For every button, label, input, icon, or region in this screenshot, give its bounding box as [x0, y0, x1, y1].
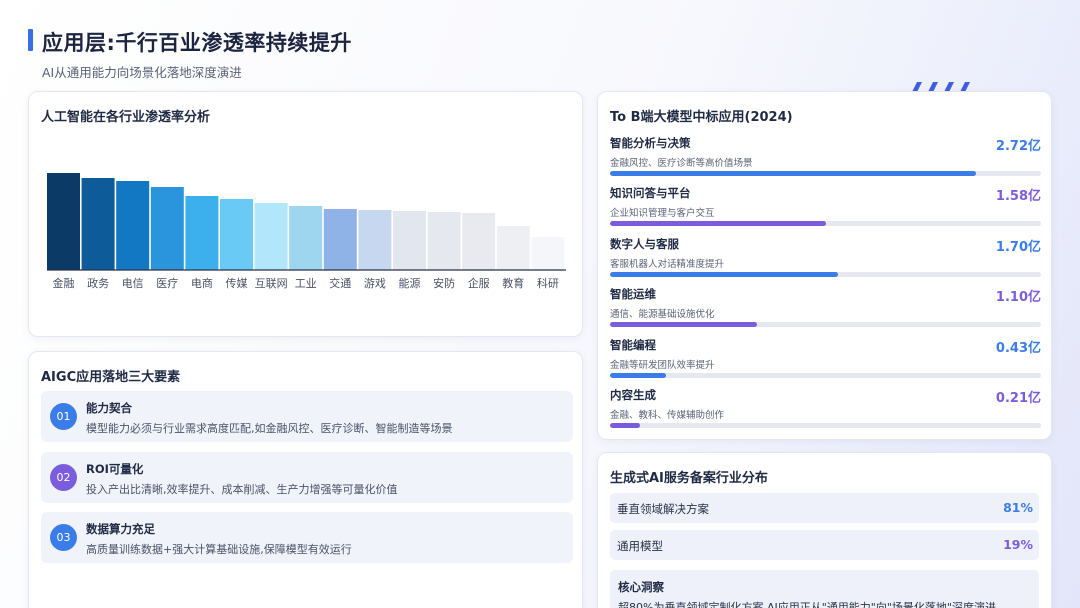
app-progress-fill: [610, 373, 667, 378]
x-tick-label: 电信: [122, 277, 144, 290]
x-tick-label: 能源: [399, 276, 421, 290]
app-name: 智能分析与决策: [610, 136, 691, 150]
filing-title: 生成式AI服务备案行业分布: [610, 471, 768, 486]
app-item: 数字人与客服 1.70亿 客服机器人对话精准度提升: [610, 236, 1041, 286]
filing-distribution-card: 生成式AI服务备案行业分布 垂直领域解决方案 81% 通用模型 19% 核心洞察…: [597, 452, 1052, 608]
bar-游戏: [358, 210, 392, 270]
app-progress-track: [610, 373, 1041, 378]
tob-applications-card: To B端大模型中标应用(2024) 智能分析与决策 2.72亿 金融风控、医疗…: [597, 91, 1052, 440]
app-value: 1.58亿: [995, 189, 1041, 204]
x-tick-label: 游戏: [364, 277, 386, 290]
x-tick-label: 电商: [191, 276, 213, 290]
bar-科研: [531, 237, 565, 270]
factor-number-badge: 01: [50, 403, 77, 430]
bar-安防: [427, 212, 461, 270]
x-tick-label: 工业: [295, 277, 317, 290]
app-name: 知识问答与平台: [610, 186, 691, 200]
filing-percent: 19%: [1003, 537, 1033, 552]
bar-企服: [462, 213, 496, 270]
app-value: 0.43亿: [995, 341, 1041, 356]
app-value: 1.10亿: [995, 290, 1041, 305]
app-progress-track: [610, 272, 1041, 277]
x-tick-label: 互联网: [255, 277, 288, 290]
app-value: 0.21亿: [995, 391, 1041, 406]
title-accent-bar: [28, 29, 33, 51]
factor-title: 能力契合: [86, 401, 132, 415]
app-progress-track: [610, 221, 1041, 226]
app-progress-fill: [610, 272, 839, 277]
x-tick-label: 交通: [329, 276, 351, 290]
app-item: 智能分析与决策 2.72亿 金融风控、医疗诊断等高价值场景: [610, 135, 1041, 185]
penetration-chart-card: 人工智能在各行业渗透率分析 金融 政务 电信 医疗 电商 传媒 互联网 工业 交通 游戏 能源 安防企…: [28, 91, 583, 337]
app-progress-fill: [610, 322, 757, 327]
x-tick-label: 教育: [502, 276, 524, 290]
app-progress-track: [610, 423, 1041, 428]
app-desc: 通信、能源基础设施优化: [610, 309, 715, 320]
app-desc: 金融风控、医疗诊断等高价值场景: [610, 158, 753, 169]
bar-金融: [47, 173, 80, 270]
app-item: 内容生成 0.21亿 金融、教科、传媒辅助创作: [610, 387, 1041, 437]
insight-title: 核心洞察: [618, 580, 664, 594]
app-value: 1.70亿: [995, 240, 1041, 255]
filing-row: 垂直领域解决方案 81%: [610, 493, 1039, 523]
tob-title: To B端大模型中标应用(2024): [610, 110, 793, 125]
bar-电信: [116, 181, 150, 270]
page-subtitle: AI从通用能力向场景化落地深度演进: [42, 65, 242, 80]
filing-row: 通用模型 19%: [610, 530, 1039, 560]
app-desc: 金融等研发团队效率提升: [610, 360, 715, 371]
app-value: 2.72亿: [995, 139, 1041, 154]
core-insight-box: 核心洞察 超80%为垂直领域定制化方案,AI应用正从"通用能力"向"场景化落地"…: [610, 570, 1039, 608]
app-name: 智能编程: [610, 338, 656, 352]
app-name: 数字人与客服: [610, 237, 679, 251]
app-progress-track: [610, 171, 1041, 176]
app-progress-fill: [610, 423, 641, 428]
filing-percent: 81%: [1003, 500, 1033, 515]
app-progress-fill: [610, 221, 826, 226]
app-desc: 客服机器人对话精准度提升: [610, 259, 725, 270]
factor-desc: 模型能力必须与行业需求高度匹配,如金融风控、医疗诊断、智能制造等场景: [86, 422, 453, 435]
bar-传媒: [220, 199, 253, 270]
app-name: 内容生成: [610, 388, 656, 402]
factor-number-badge: 02: [50, 464, 77, 491]
page-title: 应用层:千行百业渗透率持续提升: [42, 31, 352, 55]
app-item: 智能运维 1.10亿 通信、能源基础设施优化: [610, 286, 1041, 336]
aigc-factors-card: AIGC应用落地三大要素 01 能力契合 模型能力必须与行业需求高度匹配,如金融…: [28, 351, 583, 608]
x-tick-label: 科研: [537, 276, 559, 290]
factor-number-badge: 03: [50, 524, 77, 551]
factor-item: 03 数据算力充足 高质量训练数据+强大计算基础设施,保障模型有效运行: [41, 512, 573, 563]
penetration-bar-chart: 金融 政务 电信 医疗 电商 传媒 互联网 工业 交通 游戏 能源 安防 企服 教育 科研: [47, 173, 566, 290]
app-item: 智能编程 0.43亿 金融等研发团队效率提升: [610, 337, 1041, 387]
insight-text: 超80%为垂直领域定制化方案,AI应用正从"通用能力"向"场景化落地"深度演进: [618, 601, 996, 608]
bar-医疗: [150, 187, 184, 270]
app-name: 智能运维: [610, 287, 656, 301]
x-tick-label: 金融: [53, 276, 75, 290]
factor-desc: 投入产出比清晰,效率提升、成本削减、生产力增强等可量化价值: [86, 483, 398, 496]
bar-教育: [496, 226, 530, 270]
app-progress-track: [610, 322, 1041, 327]
x-tick-label: 传媒: [226, 277, 248, 290]
factor-item: 01 能力契合 模型能力必须与行业需求高度匹配,如金融风控、医疗诊断、智能制造等…: [41, 391, 573, 442]
app-desc: 企业知识管理与客户交互: [610, 208, 715, 219]
app-item: 知识问答与平台 1.58亿 企业知识管理与客户交互: [610, 185, 1041, 235]
x-tick-label: 政务: [87, 276, 109, 290]
bar-交通: [323, 209, 357, 270]
filing-label: 通用模型: [617, 539, 663, 553]
bar-电商: [185, 196, 219, 270]
factor-title: ROI可量化: [86, 462, 144, 476]
bar-能源: [393, 211, 426, 270]
factor-title: 数据算力充足: [86, 522, 155, 536]
x-tick-label: 医疗: [156, 276, 178, 290]
bar-互联网: [254, 203, 288, 270]
bar-工业: [289, 206, 323, 270]
app-desc: 金融、教科、传媒辅助创作: [610, 410, 725, 421]
bar-政务: [81, 178, 115, 270]
filing-label: 垂直领域解决方案: [617, 502, 709, 516]
aigc-title: AIGC应用落地三大要素: [41, 370, 181, 385]
factor-desc: 高质量训练数据+强大计算基础设施,保障模型有效运行: [86, 543, 352, 556]
x-tick-label: 安防: [433, 276, 455, 290]
factor-item: 02 ROI可量化 投入产出比清晰,效率提升、成本削减、生产力增强等可量化价值: [41, 452, 573, 503]
app-progress-fill: [610, 171, 977, 176]
x-tick-label: 企服: [468, 276, 490, 290]
